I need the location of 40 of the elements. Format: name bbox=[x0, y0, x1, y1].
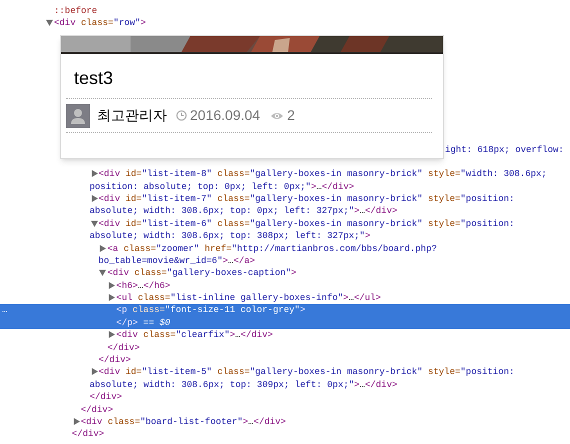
code-line[interactable]: </div> bbox=[0, 342, 570, 354]
caret-right-icon[interactable] bbox=[90, 170, 98, 178]
code-line[interactable]: ight: 618px; overflow: bbox=[445, 144, 564, 156]
eye-icon bbox=[270, 110, 284, 120]
caret-down-icon[interactable] bbox=[90, 220, 98, 227]
caret-down-icon[interactable] bbox=[46, 19, 53, 26]
caret-right-icon[interactable] bbox=[90, 194, 98, 202]
code-line[interactable]: <div id="list-item-5" class="gallery-boxes-in masonry-brick" style="position: bbox=[0, 366, 570, 379]
code-line[interactable]: <div id="list-item-6" class="gallery-boxes-in masonry-brick" style="position: bbox=[0, 218, 570, 230]
avatar-icon bbox=[66, 104, 90, 128]
code-line[interactable]: absolute; width: 308.6px; top: 308px; left: 327px;"> bbox=[0, 230, 570, 243]
code-line[interactable]: </div> bbox=[0, 354, 570, 366]
author-name: 최고관리자 bbox=[97, 106, 167, 125]
code-line[interactable]: </div> bbox=[0, 428, 570, 441]
caret-right-icon[interactable] bbox=[99, 244, 106, 252]
caret-right-icon[interactable] bbox=[108, 282, 116, 289]
code-line[interactable]: absolute; width: 308.6px; top: 309px; left: 0px;">…</div> bbox=[0, 378, 570, 392]
code-line[interactable]: position: absolute; top: 0px; left: 0px;">…</div> bbox=[0, 180, 570, 193]
code-line[interactable]: <div class="clearfix">…</div> bbox=[0, 329, 570, 342]
clock-icon bbox=[176, 110, 187, 121]
caret-right-icon[interactable] bbox=[72, 418, 80, 425]
caret-right-icon[interactable] bbox=[108, 294, 116, 302]
post-title: test3 bbox=[73, 67, 114, 90]
code-line[interactable]: <div id="list-item-7" class="gallery-boxes-in masonry-brick" style="position: bbox=[0, 192, 570, 206]
code-line[interactable]: </div> bbox=[0, 391, 570, 404]
code-line[interactable]: ::before bbox=[0, 5, 570, 18]
code-line[interactable]: <h6>…</h6> bbox=[0, 280, 570, 292]
code-line[interactable]: <div class="board-list-footer">…</div> bbox=[0, 416, 570, 428]
caret-down-icon[interactable] bbox=[99, 269, 106, 276]
code-line[interactable]: </div> bbox=[0, 404, 570, 416]
post-date: 2016.09.04 bbox=[190, 106, 260, 125]
code-line[interactable]: <ul class="list-inline gallery-boxes-info">…</ul> bbox=[0, 292, 570, 304]
code-line[interactable]: absolute; width: 308.6px; top: 0px; left: 327px;">…</div> bbox=[0, 205, 570, 218]
code-line[interactable]: <div id="list-item-8" class="gallery-boxes-in masonry-brick" style="width: 308.6px; bbox=[0, 168, 570, 181]
caret-right-icon[interactable] bbox=[90, 368, 98, 376]
code-line[interactable]: <a class="zoomer" href="http://martianbros.com/bbs/board.php? bbox=[0, 242, 570, 255]
code-line[interactable]: <div class="gallery-boxes-caption"> bbox=[0, 267, 570, 280]
view-count: 2 bbox=[287, 106, 295, 125]
code-line[interactable]: bo_table=movie&wr_id=6">…</a> bbox=[0, 254, 570, 268]
code-line[interactable]: <div class="row"> bbox=[0, 17, 570, 30]
